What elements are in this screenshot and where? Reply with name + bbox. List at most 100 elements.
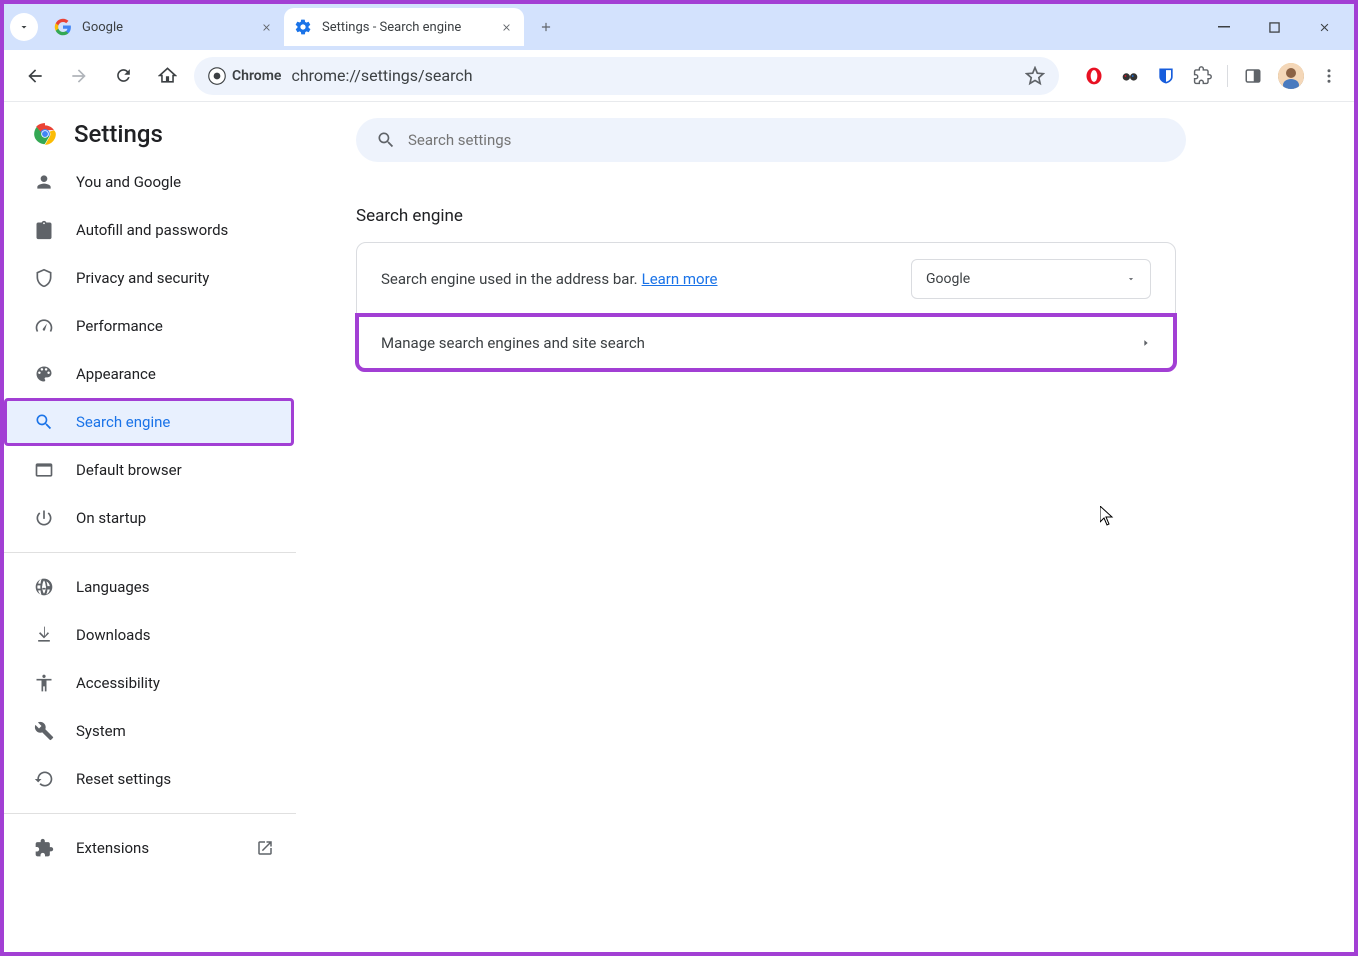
reload-icon bbox=[114, 66, 133, 85]
tab-title: Settings - Search engine bbox=[322, 20, 461, 35]
arrow-right-icon bbox=[69, 66, 89, 86]
more-vert-icon bbox=[1320, 67, 1338, 85]
sidebar-item-autofill[interactable]: Autofill and passwords bbox=[4, 206, 294, 254]
tab-settings[interactable]: Settings - Search engine bbox=[284, 8, 524, 46]
person-icon bbox=[34, 172, 54, 192]
tab-close-button[interactable] bbox=[258, 19, 274, 35]
reload-button[interactable] bbox=[106, 59, 140, 93]
forward-button[interactable] bbox=[62, 59, 96, 93]
external-link-icon bbox=[256, 839, 274, 857]
chevron-down-icon bbox=[18, 21, 30, 33]
accessibility-icon bbox=[34, 673, 54, 693]
tab-google[interactable]: Google bbox=[44, 8, 284, 46]
select-value: Google bbox=[926, 271, 970, 287]
sidebar-item-you-and-google[interactable]: You and Google bbox=[4, 158, 294, 206]
url-text: chrome://settings/search bbox=[291, 66, 1015, 85]
profile-avatar[interactable] bbox=[1278, 63, 1304, 89]
settings-header: Settings bbox=[4, 102, 296, 152]
sidebar-item-label: Autofill and passwords bbox=[76, 221, 228, 239]
back-button[interactable] bbox=[18, 59, 52, 93]
close-icon bbox=[261, 22, 272, 33]
sidebar-item-performance[interactable]: Performance bbox=[4, 302, 294, 350]
home-button[interactable] bbox=[150, 59, 184, 93]
sidebar-item-default-browser[interactable]: Default browser bbox=[4, 446, 294, 494]
address-bar[interactable]: Chrome chrome://settings/search bbox=[194, 57, 1059, 95]
wrench-icon bbox=[34, 721, 54, 741]
search-icon bbox=[376, 130, 396, 150]
sidebar-item-system[interactable]: System bbox=[4, 707, 294, 755]
browser-toolbar: Chrome chrome://settings/search bbox=[4, 50, 1354, 102]
divider bbox=[1227, 65, 1228, 87]
row-text: Search engine used in the address bar. bbox=[381, 270, 638, 288]
power-icon bbox=[34, 508, 54, 528]
sidebar-item-label: You and Google bbox=[76, 173, 181, 191]
minimize-button[interactable] bbox=[1210, 13, 1238, 41]
sidebar-item-label: System bbox=[76, 722, 126, 740]
default-search-row: Search engine used in the address bar. L… bbox=[357, 243, 1175, 315]
sidebar-item-label: Privacy and security bbox=[76, 269, 209, 287]
chrome-logo-icon bbox=[32, 121, 58, 147]
new-tab-button[interactable] bbox=[532, 13, 560, 41]
search-input[interactable] bbox=[408, 131, 1166, 149]
download-icon bbox=[34, 625, 54, 645]
extension-icon bbox=[34, 838, 54, 858]
sidebar-item-languages[interactable]: Languages bbox=[4, 563, 294, 611]
side-panel-icon bbox=[1244, 67, 1262, 85]
sidebar-item-label: Accessibility bbox=[76, 674, 160, 692]
maximize-icon bbox=[1269, 22, 1280, 33]
chip-label: Chrome bbox=[232, 68, 281, 84]
learn-more-link[interactable]: Learn more bbox=[642, 270, 718, 288]
search-engine-card: Search engine used in the address bar. L… bbox=[356, 242, 1176, 371]
google-favicon bbox=[54, 18, 72, 36]
settings-sidebar[interactable]: You and Google Autofill and passwords Pr… bbox=[4, 152, 296, 952]
tab-search-button[interactable] bbox=[10, 13, 38, 41]
sidebar-item-label: Downloads bbox=[76, 626, 151, 644]
divider bbox=[4, 813, 296, 814]
extension-bitwarden-icon[interactable] bbox=[1155, 65, 1177, 87]
sidebar-item-label: Default browser bbox=[76, 461, 182, 479]
settings-search[interactable] bbox=[356, 118, 1186, 162]
browser-icon bbox=[34, 460, 54, 480]
close-icon bbox=[1318, 21, 1331, 34]
close-window-button[interactable] bbox=[1310, 13, 1338, 41]
extensions-button[interactable] bbox=[1191, 65, 1213, 87]
sidebar-item-downloads[interactable]: Downloads bbox=[4, 611, 294, 659]
close-icon bbox=[501, 22, 512, 33]
settings-main: Search engine Search engine used in the … bbox=[296, 102, 1354, 952]
sidebar-item-privacy[interactable]: Privacy and security bbox=[4, 254, 294, 302]
sidebar-item-search-engine[interactable]: Search engine bbox=[4, 398, 294, 446]
sidebar-item-label: Appearance bbox=[76, 365, 156, 383]
extension-glasses-icon[interactable] bbox=[1119, 65, 1141, 87]
chevron-right-icon bbox=[1141, 338, 1151, 348]
chrome-menu-button[interactable] bbox=[1318, 65, 1340, 87]
extension-opera-icon[interactable] bbox=[1083, 65, 1105, 87]
bookmark-button[interactable] bbox=[1025, 66, 1045, 86]
chrome-icon bbox=[208, 67, 226, 85]
sidebar-item-extensions[interactable]: Extensions bbox=[4, 824, 294, 872]
sidebar-item-on-startup[interactable]: On startup bbox=[4, 494, 294, 542]
globe-icon bbox=[34, 577, 54, 597]
sidebar-item-appearance[interactable]: Appearance bbox=[4, 350, 294, 398]
tab-strip: Google Settings - Search engine bbox=[4, 4, 1354, 50]
side-panel-button[interactable] bbox=[1242, 65, 1264, 87]
palette-icon bbox=[34, 364, 54, 384]
sidebar-item-reset[interactable]: Reset settings bbox=[4, 755, 294, 803]
sidebar-item-label: Search engine bbox=[76, 413, 170, 431]
maximize-button[interactable] bbox=[1260, 13, 1288, 41]
puzzle-icon bbox=[1193, 66, 1212, 85]
toolbar-extensions bbox=[1069, 63, 1340, 89]
sidebar-item-accessibility[interactable]: Accessibility bbox=[4, 659, 294, 707]
sidebar-item-label: Extensions bbox=[76, 839, 149, 857]
tab-close-button[interactable] bbox=[498, 19, 514, 35]
divider bbox=[4, 552, 296, 553]
avatar-icon bbox=[1278, 63, 1304, 89]
sidebar-item-label: Performance bbox=[76, 317, 163, 335]
search-engine-select[interactable]: Google bbox=[911, 259, 1151, 299]
speedometer-icon bbox=[34, 316, 54, 336]
window-controls bbox=[1210, 13, 1346, 41]
row-text: Manage search engines and site search bbox=[381, 334, 645, 352]
manage-search-engines-row[interactable]: Manage search engines and site search bbox=[357, 315, 1175, 370]
tab-title: Google bbox=[82, 20, 123, 35]
page-title: Settings bbox=[74, 120, 163, 148]
section-heading: Search engine bbox=[356, 206, 1354, 226]
